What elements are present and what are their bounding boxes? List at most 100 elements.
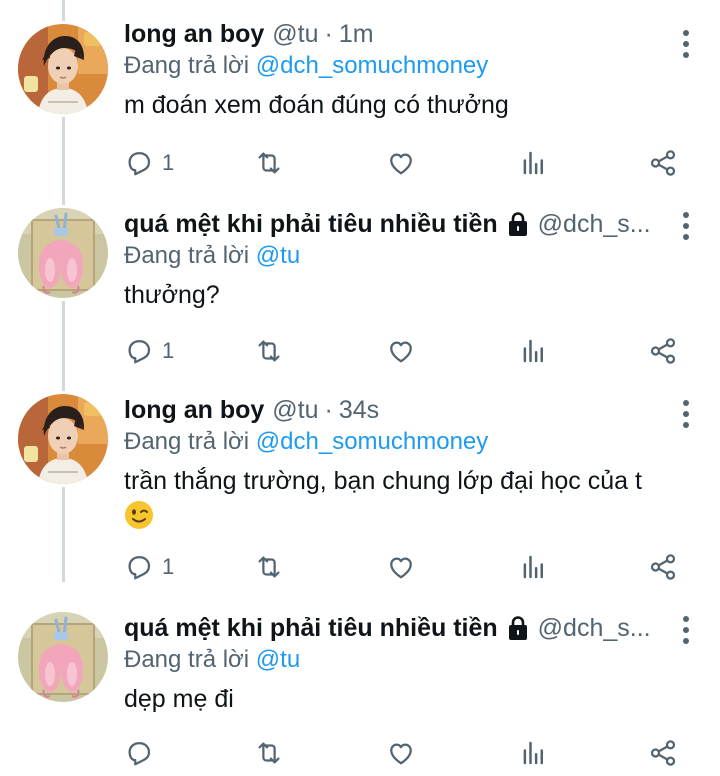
retweet-icon xyxy=(254,738,284,768)
tweet-text: dẹp mẹ đi xyxy=(124,685,234,713)
more-icon xyxy=(683,212,689,218)
bar-chart-icon xyxy=(518,738,548,768)
heart-icon xyxy=(386,552,416,582)
share-button[interactable] xyxy=(648,334,678,368)
share-icon xyxy=(648,148,678,178)
share-button[interactable] xyxy=(648,146,678,180)
tweet-header: long an boy @tu · 34s xyxy=(124,394,676,426)
like-button[interactable] xyxy=(386,334,416,368)
reply-count: 1 xyxy=(162,338,175,363)
share-icon xyxy=(648,552,678,582)
analytics-button[interactable] xyxy=(518,334,548,368)
timestamp[interactable]: 1m xyxy=(339,18,374,50)
winking-face-emoji xyxy=(125,501,153,529)
mention-link[interactable]: @dch_somuchmoney xyxy=(256,52,488,79)
reply-icon xyxy=(124,336,154,366)
reply-icon xyxy=(124,738,154,768)
timestamp[interactable]: 34s xyxy=(339,394,379,426)
tweet-body: long an boy @tu · 1m Đang trả lời @dch_s… xyxy=(124,18,676,122)
replying-to-label: Đang trả lời xyxy=(124,428,250,455)
tweet[interactable]: quá mệt khi phải tiêu nhiều tiền @dch_s.… xyxy=(0,208,720,388)
tweet-text: thưởng? xyxy=(124,281,220,309)
more-options-button[interactable] xyxy=(680,400,692,428)
reply-button[interactable]: 1 xyxy=(124,334,174,368)
reply-count: 1 xyxy=(162,554,175,579)
avatar[interactable] xyxy=(18,394,108,484)
analytics-button[interactable] xyxy=(518,146,548,180)
display-name[interactable]: long an boy xyxy=(124,18,264,50)
share-icon xyxy=(648,336,678,366)
retweet-button[interactable] xyxy=(254,550,284,584)
tweet-actions: 1 xyxy=(124,146,684,180)
reply-icon xyxy=(124,552,154,582)
lock-icon xyxy=(506,211,530,237)
tweet-actions: 1 xyxy=(124,334,684,368)
tweet[interactable]: quá mệt khi phải tiêu nhiều tiền @dch_s.… xyxy=(0,612,720,776)
photo-boy-avatar xyxy=(18,24,108,114)
user-handle[interactable]: @dch_s... xyxy=(538,208,676,240)
share-button[interactable] xyxy=(648,550,678,584)
user-handle[interactable]: @tu xyxy=(272,394,318,426)
reply-button[interactable] xyxy=(124,736,162,770)
separator-dot: · xyxy=(324,396,333,424)
more-icon xyxy=(683,400,689,406)
replying-to-label: Đang trả lời xyxy=(124,242,250,269)
retweet-icon xyxy=(254,552,284,582)
more-options-button[interactable] xyxy=(680,212,692,240)
retweet-icon xyxy=(254,336,284,366)
more-icon xyxy=(683,30,689,36)
retweet-button[interactable] xyxy=(254,736,284,770)
like-button[interactable] xyxy=(386,146,416,180)
tweet-body: quá mệt khi phải tiêu nhiều tiền @dch_s.… xyxy=(124,612,676,716)
analytics-button[interactable] xyxy=(518,550,548,584)
tweet-text: trần thắng trường, bạn chung lớp đại học… xyxy=(124,464,676,539)
tweet-body: long an boy @tu · 34s Đang trả lời @dch_… xyxy=(124,394,676,539)
tweet-text: m đoán xem đoán đúng có thưởng xyxy=(124,91,509,119)
display-name[interactable]: quá mệt khi phải tiêu nhiều tiền xyxy=(124,612,498,644)
tweet[interactable]: long an boy @tu · 1m Đang trả lời @dch_s… xyxy=(0,18,720,198)
tweet-actions: 1 xyxy=(124,550,684,584)
replying-to: Đang trả lời @tu xyxy=(124,644,676,676)
reply-button[interactable]: 1 xyxy=(124,146,174,180)
retweet-icon xyxy=(254,148,284,178)
tweet[interactable]: long an boy @tu · 34s Đang trả lời @dch_… xyxy=(0,394,720,594)
mention-link[interactable]: @dch_somuchmoney xyxy=(256,428,488,455)
heart-icon xyxy=(386,148,416,178)
retweet-button[interactable] xyxy=(254,146,284,180)
lock-icon xyxy=(506,615,530,641)
avatar[interactable] xyxy=(18,612,108,702)
tweet-text-content: trần thắng trường, bạn chung lớp đại học… xyxy=(124,467,642,495)
replying-to: Đang trả lời @tu xyxy=(124,240,676,272)
conversation-timeline: long an boy @tu · 1m Đang trả lời @dch_s… xyxy=(0,0,720,776)
tweet-header: quá mệt khi phải tiêu nhiều tiền @dch_s.… xyxy=(124,208,676,240)
retweet-button[interactable] xyxy=(254,334,284,368)
pink-bunny-avatar xyxy=(18,208,108,298)
share-button[interactable] xyxy=(648,736,678,770)
reply-icon xyxy=(124,148,154,178)
tweet-header: long an boy @tu · 1m xyxy=(124,18,676,50)
avatar[interactable] xyxy=(18,208,108,298)
like-button[interactable] xyxy=(386,550,416,584)
mention-link[interactable]: @tu xyxy=(256,646,300,673)
display-name[interactable]: quá mệt khi phải tiêu nhiều tiền xyxy=(124,208,498,240)
user-handle[interactable]: @tu xyxy=(272,18,318,50)
replying-to: Đang trả lời @dch_somuchmoney xyxy=(124,50,676,82)
mention-link[interactable]: @tu xyxy=(256,242,300,269)
more-icon xyxy=(683,616,689,622)
reply-button[interactable]: 1 xyxy=(124,550,174,584)
more-options-button[interactable] xyxy=(680,616,692,644)
avatar[interactable] xyxy=(18,24,108,114)
separator-dot: · xyxy=(324,20,333,48)
more-options-button[interactable] xyxy=(680,30,692,58)
heart-icon xyxy=(386,738,416,768)
tweet-header: quá mệt khi phải tiêu nhiều tiền @dch_s.… xyxy=(124,612,676,644)
like-button[interactable] xyxy=(386,736,416,770)
reply-count: 1 xyxy=(162,150,175,175)
bar-chart-icon xyxy=(518,148,548,178)
analytics-button[interactable] xyxy=(518,736,548,770)
display-name[interactable]: long an boy xyxy=(124,394,264,426)
bar-chart-icon xyxy=(518,552,548,582)
user-handle[interactable]: @dch_s... xyxy=(538,612,676,644)
share-icon xyxy=(648,738,678,768)
heart-icon xyxy=(386,336,416,366)
